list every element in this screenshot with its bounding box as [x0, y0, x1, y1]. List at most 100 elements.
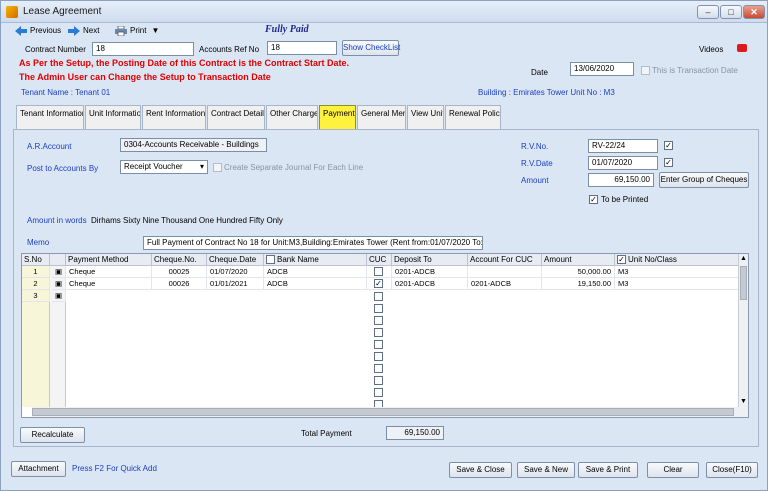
print-label: Print — [130, 26, 147, 35]
app-icon — [6, 6, 18, 18]
row-edit-icon[interactable]: ▣ — [52, 278, 66, 290]
row-edit-icon[interactable]: ▣ — [52, 266, 66, 278]
tab-rent-information[interactable]: Rent Information — [142, 105, 206, 129]
cell-amount[interactable]: 19,150.00 — [542, 278, 615, 290]
post-by-value: Receipt Voucher — [124, 162, 183, 171]
amount-field[interactable]: 69,150.00 — [588, 173, 654, 187]
save-new-button[interactable]: Save & New — [517, 462, 575, 478]
building-unit-info: Building : Emirates Tower Unit No : M3 — [478, 88, 615, 97]
cuc-checkbox[interactable]: ✓ — [374, 279, 383, 288]
unit-select-all-checkbox[interactable]: ✓ — [617, 255, 626, 265]
scroll-up-icon[interactable]: ▲ — [740, 255, 747, 262]
clear-button[interactable]: Clear — [647, 462, 699, 478]
cuc-checkbox[interactable] — [374, 388, 383, 397]
tab-general-memo[interactable]: General Memo — [357, 105, 406, 129]
column-header-bank[interactable]: Bank Name — [264, 254, 367, 266]
video-play-icon[interactable] — [737, 44, 747, 52]
next-button[interactable]: Next — [68, 23, 99, 39]
maximize-button[interactable]: □ — [720, 5, 742, 19]
contract-number-field[interactable]: 18 — [92, 42, 194, 56]
cell-deposit[interactable]: 0201-ADCB — [392, 266, 468, 278]
cell-cuc[interactable] — [367, 266, 392, 278]
cuc-checkbox[interactable] — [374, 304, 383, 313]
column-header-cuc[interactable]: CUC — [367, 254, 392, 266]
previous-button[interactable]: Previous — [15, 23, 61, 39]
cell-deposit[interactable]: 0201-ADCB — [392, 278, 468, 290]
tab-other-charges[interactable]: Other Charges — [266, 105, 318, 129]
column-header-method[interactable]: Payment Method — [66, 254, 152, 266]
tab-view-unit[interactable]: View Unit — [407, 105, 444, 129]
cell-bank[interactable]: ADCB — [264, 278, 367, 290]
rv-date-label: R.V.Date — [521, 159, 553, 168]
cuc-checkbox[interactable] — [374, 316, 383, 325]
tab-contract-details[interactable]: Contract Details — [207, 105, 265, 129]
cell-account-cuc[interactable]: 0201-ADCB — [468, 278, 542, 290]
column-header-cheque-date[interactable]: Cheque.Date — [207, 254, 264, 266]
recalculate-button[interactable]: Recalculate — [20, 427, 85, 443]
post-by-select[interactable]: Receipt Voucher ▾ — [120, 160, 208, 174]
column-header-cheque-no[interactable]: Cheque.No. — [152, 254, 207, 266]
column-header-amount[interactable]: Amount — [542, 254, 615, 266]
cell-cheque-date[interactable]: 01/07/2020 — [207, 266, 264, 278]
tab-payment[interactable]: Payment — [319, 105, 356, 129]
cell-sno: 2 — [22, 278, 50, 290]
rv-no-field[interactable]: RV-22/24 — [588, 139, 658, 153]
cuc-checkbox[interactable] — [374, 376, 383, 385]
transaction-date-checkbox[interactable] — [641, 66, 650, 75]
row-edit-icon[interactable]: ▣ — [52, 290, 66, 302]
cell-account-cuc[interactable] — [468, 266, 542, 278]
cuc-checkbox[interactable] — [374, 292, 383, 301]
chevron-down-icon: ▾ — [199, 162, 204, 171]
horizontal-scrollbar[interactable] — [32, 407, 740, 417]
save-print-button[interactable]: Save & Print — [578, 462, 638, 478]
cuc-checkbox[interactable] — [374, 364, 383, 373]
column-header-account-cuc[interactable]: Account For CUC — [468, 254, 542, 266]
ar-account-field[interactable]: 0304-Accounts Receivable - Buildings — [120, 138, 267, 152]
tenant-name: Tenant Name : Tenant 01 — [21, 88, 111, 97]
accounts-ref-field[interactable]: 18 — [267, 41, 337, 55]
tab-renewal-policy[interactable]: Renewal Policy — [445, 105, 501, 129]
cell-cheque-no[interactable]: 00026 — [152, 278, 207, 290]
rv-no-checkbox[interactable]: ✓ — [664, 141, 673, 150]
cuc-checkbox[interactable] — [374, 328, 383, 337]
vertical-scroll-thumb[interactable] — [740, 266, 747, 300]
memo-field[interactable]: Full Payment of Contract No 18 for Unit:… — [143, 236, 483, 250]
arrow-right-icon — [68, 25, 80, 36]
cell-cheque-no[interactable]: 00025 — [152, 266, 207, 278]
rv-no-label: R.V.No. — [521, 142, 549, 151]
separate-journal-checkbox[interactable] — [213, 163, 222, 172]
tab-unit-information[interactable]: Unit Information — [85, 105, 141, 129]
bank-select-all-checkbox[interactable] — [266, 255, 275, 265]
close-window-button[interactable]: ✕ — [743, 5, 765, 19]
column-header-unit[interactable]: ✓ Unit No/Class — [615, 254, 740, 266]
chevron-down-icon: ▼ — [151, 26, 160, 35]
save-close-button[interactable]: Save & Close — [449, 462, 512, 478]
cell-amount[interactable]: 50,000.00 — [542, 266, 615, 278]
cuc-checkbox[interactable] — [374, 340, 383, 349]
date-field[interactable]: 13/06/2020 — [570, 62, 634, 76]
minimize-button[interactable]: – — [697, 5, 719, 19]
cell-unit[interactable]: M3 — [615, 278, 740, 290]
rv-date-field[interactable]: 01/07/2020 — [588, 156, 658, 170]
horizontal-scroll-thumb[interactable] — [32, 408, 734, 416]
cell-cheque-date[interactable]: 01/01/2021 — [207, 278, 264, 290]
cuc-checkbox[interactable] — [374, 352, 383, 361]
cell-cuc[interactable]: ✓ — [367, 278, 392, 290]
cell-unit[interactable]: M3 — [615, 266, 740, 278]
cell-method[interactable]: Cheque — [66, 266, 152, 278]
print-button[interactable]: Print ▼ — [115, 23, 159, 39]
cell-method[interactable]: Cheque — [66, 278, 152, 290]
scroll-down-icon[interactable]: ▼ — [740, 398, 747, 405]
to-be-printed-checkbox[interactable]: ✓ — [589, 195, 598, 204]
column-header-deposit[interactable]: Deposit To — [392, 254, 468, 266]
show-checklist-button[interactable]: Show CheckList — [342, 40, 400, 56]
column-header-sno[interactable]: S.No — [22, 254, 50, 266]
attachment-button[interactable]: Attachment — [11, 461, 66, 477]
cell-bank[interactable]: ADCB — [264, 266, 367, 278]
enter-group-cheques-button[interactable]: Enter Group of Cheques — [659, 172, 749, 188]
tab-tenant-information[interactable]: Tenant Information — [16, 105, 84, 129]
rv-date-checkbox[interactable]: ✓ — [664, 158, 673, 167]
cuc-checkbox[interactable] — [374, 267, 383, 276]
close-button[interactable]: Close(F10) — [706, 462, 758, 478]
vertical-scrollbar[interactable]: ▲ ▼ — [738, 254, 748, 417]
